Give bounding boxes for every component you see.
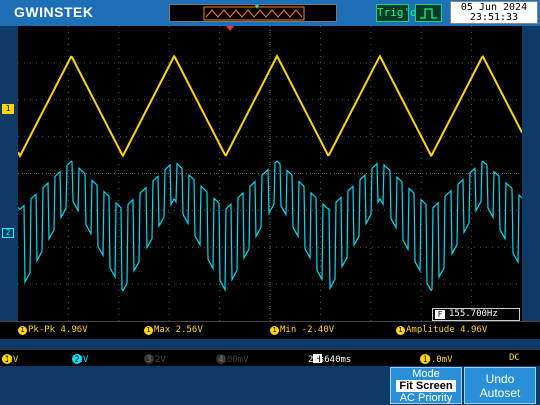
overview-trace [205,9,303,18]
ch1-settings[interactable]: 1 ═ 2V [2,352,18,365]
ch2-scale: 2V [77,355,89,365]
ch2-ground-marker[interactable]: 2 [2,228,14,238]
ch3-settings[interactable]: 3 2V [144,352,166,365]
brand-logo: GWINSTEK [14,4,94,20]
waveform-display [18,26,522,321]
graticule-and-traces [18,26,522,321]
trigger-position-marker [226,26,234,31]
horizontal-settings[interactable]: 2ms H 1.640ms [308,352,351,365]
ch1-ground-marker[interactable]: 1 [2,104,14,114]
ch4-settings[interactable]: 4 100mV [216,352,249,365]
trigger-status-badge: Trig'd [376,4,417,22]
mode-label: Mode [412,368,440,380]
measurement-amplitude[interactable]: 1 Amplitude 4.96V [396,324,487,336]
frequency-value: 155.700Hz [449,309,498,319]
frequency-counter: F 155.700Hz [432,308,520,321]
ch1-badge: 1 [144,326,153,335]
ch1-badge: 1 [18,326,27,335]
undo-label: Undo [485,372,515,386]
autoset-label: Autoset [479,386,521,400]
edge-trigger-icon [415,4,442,22]
trigger-level: 80.0mV [420,355,453,365]
time-label: 23:51:33 [469,12,519,23]
measurement-text: Max 2.56V [154,325,203,335]
measurement-bar: 1 Pk-Pk 4.96V 1 Max 2.56V 1 Min -2.40V 1 Amp… [0,321,540,339]
mode-ac-priority: AC Priority [399,392,453,404]
measurement-min[interactable]: 1 Min -2.40V [270,324,334,336]
top-bar: GWINSTEK Trig'd 05 Jun 2024 23:51:33 [0,0,540,26]
measurement-pkpk[interactable]: 1 Pk-Pk 4.96V [18,324,88,336]
ch2-settings[interactable]: 2 ~ 2V [72,352,88,365]
ch4-scale: 100mV [221,355,249,365]
datetime-display: 05 Jun 2024 23:51:33 [450,1,538,24]
autoset-mode-button[interactable]: Mode Fit Screen AC Priority [390,367,462,404]
measurement-max[interactable]: 1 Max 2.56V [144,324,203,336]
trigger-coupling[interactable]: DC [509,352,520,364]
ch3-scale: 2V [154,355,166,365]
measurement-text: Min -2.40V [280,325,335,335]
measurement-text: Amplitude 4.96V [406,325,488,335]
overview-waveform [203,5,305,21]
ch1-badge: 1 [270,326,279,335]
undo-autoset-button[interactable]: Undo Autoset [464,367,536,404]
mode-fit-screen: Fit Screen [396,380,456,392]
ch1-badge: 1 [396,326,405,335]
channel-settings-bar: 1 ═ 2V 2 ~ 2V 3 2V 4 100mV 2ms H 1.640ms… [0,349,540,366]
frequency-icon: F [435,310,445,319]
ch3-badge: 3 [144,354,154,365]
horizontal-position: 1.640ms [313,355,352,365]
ch1-scale: 2V [7,355,19,365]
memory-overview-bar [169,4,337,22]
overview-window [203,6,305,21]
measurement-text: Pk-Pk 4.96V [28,325,88,335]
ch2-trace [18,160,522,293]
